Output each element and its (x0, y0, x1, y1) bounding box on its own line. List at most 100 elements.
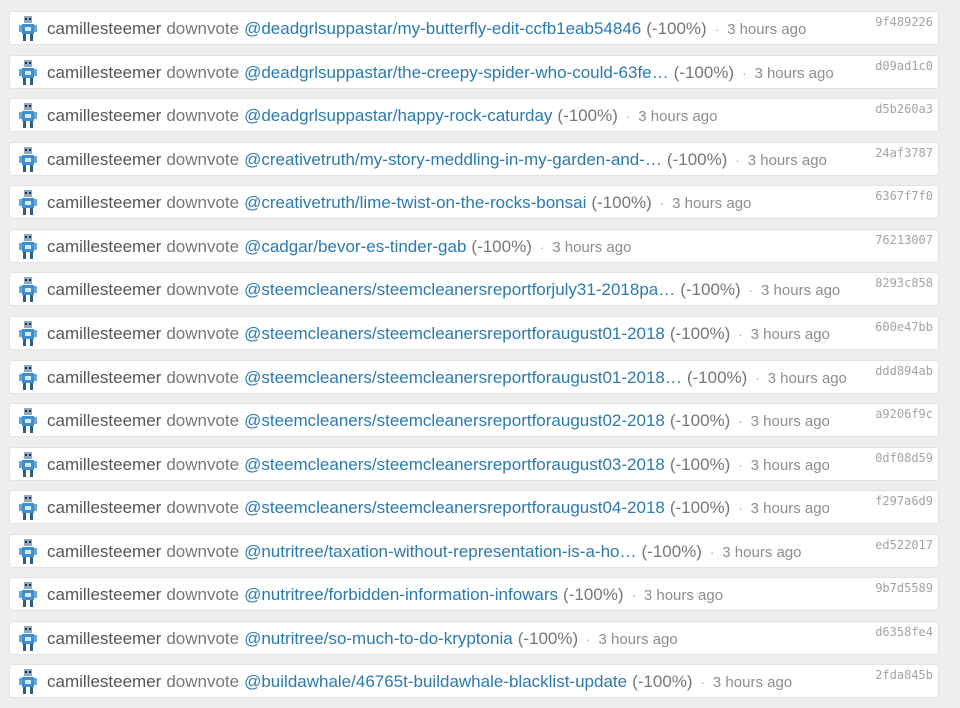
feed-row: camillesteemer downvote @cadgar/bevor-es-t… (9, 229, 939, 263)
post-link[interactable]: @steemcleaners/steemcleanersreportforaug… (244, 455, 665, 474)
post-link[interactable]: @buildawhale/46765t-buildawhale-blacklis… (244, 672, 627, 691)
separator: · (738, 327, 743, 342)
vote-type: downvote (166, 324, 240, 343)
separator: · (738, 458, 743, 473)
timestamp: 3 hours ago (750, 457, 830, 474)
timestamp: 3 hours ago (750, 326, 830, 343)
robot-avatar-icon[interactable] (19, 539, 37, 565)
vote-type: downvote (166, 280, 240, 299)
vote-weight: (-100%) (471, 237, 532, 256)
voter-name[interactable]: camillesteemer (47, 498, 161, 517)
robot-avatar-icon[interactable] (19, 582, 37, 608)
transaction-hash[interactable]: ed522017 (875, 538, 933, 552)
timestamp: 3 hours ago (712, 674, 793, 691)
robot-avatar-icon[interactable] (19, 408, 37, 434)
post-link[interactable]: @creativetruth/my-story-meddling-in-my-g… (244, 150, 662, 169)
vote-feed: camillesteemer downvote @deadgrlsuppastar/… (0, 0, 960, 708)
post-link[interactable]: @nutritree/so-much-to-do-kryptonia (244, 629, 513, 648)
separator: · (586, 632, 591, 647)
post-link[interactable]: @deadgrlsuppastar/happy-rock-caturday (244, 106, 552, 125)
voter-name[interactable]: camillesteemer (47, 237, 161, 256)
voter-name[interactable]: camillesteemer (47, 63, 161, 82)
voter-name[interactable]: camillesteemer (47, 106, 161, 125)
transaction-hash[interactable]: 8293c858 (875, 276, 933, 290)
separator: · (738, 414, 743, 429)
vote-weight: (-100%) (557, 106, 618, 125)
robot-avatar-icon[interactable] (19, 277, 37, 303)
timestamp: 3 hours ago (750, 413, 830, 430)
transaction-hash[interactable]: 9f489226 (875, 15, 933, 29)
feed-row: camillesteemer downvote @buildawhale/46765… (9, 664, 939, 698)
robot-avatar-icon[interactable] (19, 147, 37, 173)
transaction-hash[interactable]: 0df08d59 (875, 451, 933, 465)
timestamp: 3 hours ago (747, 152, 827, 169)
timestamp: 3 hours ago (750, 500, 830, 517)
robot-avatar-icon[interactable] (19, 60, 37, 86)
separator: · (738, 501, 743, 516)
timestamp: 3 hours ago (722, 544, 802, 561)
transaction-hash[interactable]: d09ad1c0 (875, 59, 933, 73)
robot-avatar-icon[interactable] (19, 452, 37, 478)
post-link[interactable]: @nutritree/taxation-without-representati… (244, 542, 636, 561)
voter-name[interactable]: camillesteemer (47, 19, 161, 38)
vote-type: downvote (166, 455, 240, 474)
voter-name[interactable]: camillesteemer (47, 672, 161, 691)
post-link[interactable]: @steemcleaners/steemcleanersreportforaug… (244, 324, 665, 343)
robot-avatar-icon[interactable] (19, 626, 37, 652)
voter-name[interactable]: camillesteemer (47, 455, 161, 474)
vote-type: downvote (166, 150, 240, 169)
separator: · (742, 66, 747, 81)
transaction-hash[interactable]: 24af3787 (875, 146, 933, 160)
post-link[interactable]: @steemcleaners/steemcleanersreportforjul… (244, 280, 675, 299)
transaction-hash[interactable]: 600e47bb (875, 320, 933, 334)
vote-type: downvote (166, 542, 240, 561)
voter-name[interactable]: camillesteemer (47, 542, 161, 561)
voter-name[interactable]: camillesteemer (47, 150, 161, 169)
timestamp: 3 hours ago (552, 239, 632, 256)
robot-avatar-icon[interactable] (19, 190, 37, 216)
voter-name[interactable]: camillesteemer (47, 193, 161, 212)
post-link[interactable]: @deadgrlsuppastar/my-butterfly-edit-ccfb… (244, 19, 641, 38)
robot-avatar-icon[interactable] (19, 103, 37, 129)
voter-name[interactable]: camillesteemer (47, 629, 161, 648)
timestamp: 3 hours ago (638, 108, 718, 125)
robot-avatar-icon[interactable] (19, 321, 37, 347)
transaction-hash[interactable]: ddd894ab (875, 364, 933, 378)
feed-row: camillesteemer downvote @deadgrlsuppastar/… (9, 98, 939, 132)
vote-type: downvote (166, 411, 240, 430)
post-link[interactable]: @deadgrlsuppastar/the-creepy-spider-who-… (244, 63, 669, 82)
post-link[interactable]: @nutritree/forbidden-information-infowar… (244, 585, 558, 604)
transaction-hash[interactable]: 2fda845b (875, 668, 933, 682)
transaction-hash[interactable]: f297a6d9 (875, 494, 933, 508)
voter-name[interactable]: camillesteemer (47, 368, 161, 387)
voter-name[interactable]: camillesteemer (47, 585, 161, 604)
timestamp: 3 hours ago (727, 21, 807, 38)
timestamp: 3 hours ago (754, 65, 834, 82)
vote-weight: (-100%) (666, 150, 728, 169)
vote-type: downvote (166, 368, 240, 387)
transaction-hash[interactable]: 76213007 (875, 233, 933, 247)
separator: · (709, 545, 715, 560)
timestamp: 3 hours ago (598, 631, 678, 648)
robot-avatar-icon[interactable] (19, 234, 37, 260)
robot-avatar-icon[interactable] (19, 669, 37, 695)
post-link[interactable]: @steemcleaners/steemcleanersreportforaug… (244, 411, 665, 430)
vote-weight: (-100%) (632, 672, 693, 691)
vote-weight: (-100%) (646, 19, 707, 38)
transaction-hash[interactable]: d5b260a3 (875, 102, 933, 116)
voter-name[interactable]: camillesteemer (47, 411, 161, 430)
voter-name[interactable]: camillesteemer (47, 324, 161, 343)
transaction-hash[interactable]: a9206f9c (875, 407, 933, 421)
post-link[interactable]: @steemcleaners/steemcleanersreportforaug… (244, 498, 665, 517)
robot-avatar-icon[interactable] (19, 16, 37, 42)
robot-avatar-icon[interactable] (19, 365, 37, 391)
post-link[interactable]: @creativetruth/lime-twist-on-the-rocks-b… (244, 193, 586, 212)
voter-name[interactable]: camillesteemer (47, 280, 161, 299)
transaction-hash[interactable]: 9b7d5589 (875, 581, 933, 595)
transaction-hash[interactable]: d6358fe4 (875, 625, 933, 639)
transaction-hash[interactable]: 6367f7f0 (875, 189, 933, 203)
robot-avatar-icon[interactable] (19, 495, 37, 521)
vote-weight: (-100%) (669, 324, 731, 343)
post-link[interactable]: @steemcleaners/steemcleanersreportforaug… (244, 368, 682, 387)
post-link[interactable]: @cadgar/bevor-es-tinder-gab (244, 237, 466, 256)
